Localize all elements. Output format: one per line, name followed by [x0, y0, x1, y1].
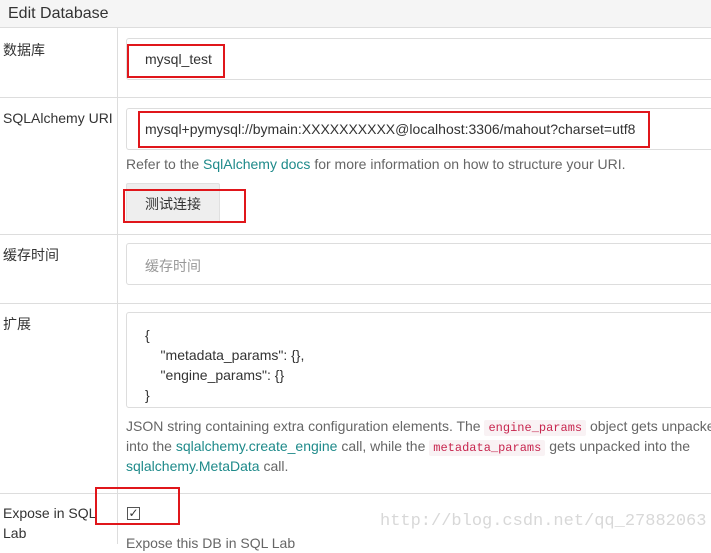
- metadata-params-code: metadata_params: [429, 440, 546, 456]
- help-text: call.: [259, 458, 289, 474]
- watermark: http://blog.csdn.net/qq_27882063: [380, 512, 707, 531]
- database-name-label: 数据库: [3, 42, 45, 58]
- highlight-box: [95, 487, 180, 525]
- sqlalchemy-docs-link[interactable]: SqlAlchemy docs: [203, 156, 310, 172]
- expose-sqllab-help: Expose this DB in SQL Lab: [126, 535, 296, 551]
- help-text: object gets unpacked: [586, 418, 711, 434]
- extra-help-line-3: sqlalchemy.MetaData call.: [126, 456, 288, 476]
- extra-help-line-2: into the sqlalchemy.create_engine call, …: [126, 436, 690, 458]
- extra-json-textarea[interactable]: { "metadata_params": {}, "engine_params"…: [126, 312, 711, 408]
- highlight-box: [138, 111, 650, 148]
- help-text: into the: [126, 438, 176, 454]
- row-divider: [0, 303, 711, 304]
- page-title: Edit Database: [8, 5, 109, 22]
- modal-header: Edit Database: [0, 0, 711, 28]
- sqlalchemy-uri-label: SQLAlchemy URI: [3, 110, 113, 126]
- row-divider: [0, 97, 711, 98]
- help-text: for more information on how to structure…: [310, 156, 626, 172]
- row-divider: [0, 234, 711, 235]
- extra-help-line-1: JSON string containing extra configurati…: [126, 416, 711, 438]
- expose-sqllab-label: Expose in SQL: [3, 505, 97, 521]
- expose-sqllab-label-2: Lab: [3, 525, 27, 541]
- column-divider: [117, 28, 118, 544]
- cache-timeout-placeholder: 缓存时间: [145, 258, 201, 274]
- extra-label: 扩展: [3, 316, 31, 332]
- help-text: call, while the: [337, 438, 430, 454]
- highlight-box: [123, 189, 246, 223]
- create-engine-link[interactable]: sqlalchemy.create_engine: [176, 438, 338, 454]
- sqlalchemy-uri-help: Refer to the SqlAlchemy docs for more in…: [126, 154, 626, 174]
- help-text: JSON string containing extra configurati…: [126, 418, 485, 434]
- highlight-box: [127, 44, 225, 78]
- engine-params-code: engine_params: [484, 420, 587, 436]
- help-text: Refer to the: [126, 156, 204, 172]
- metadata-link[interactable]: sqlalchemy.MetaData: [126, 458, 260, 474]
- help-text: gets unpacked into the: [545, 438, 691, 454]
- cache-timeout-label: 缓存时间: [3, 247, 59, 263]
- cache-timeout-input[interactable]: 缓存时间: [126, 243, 711, 285]
